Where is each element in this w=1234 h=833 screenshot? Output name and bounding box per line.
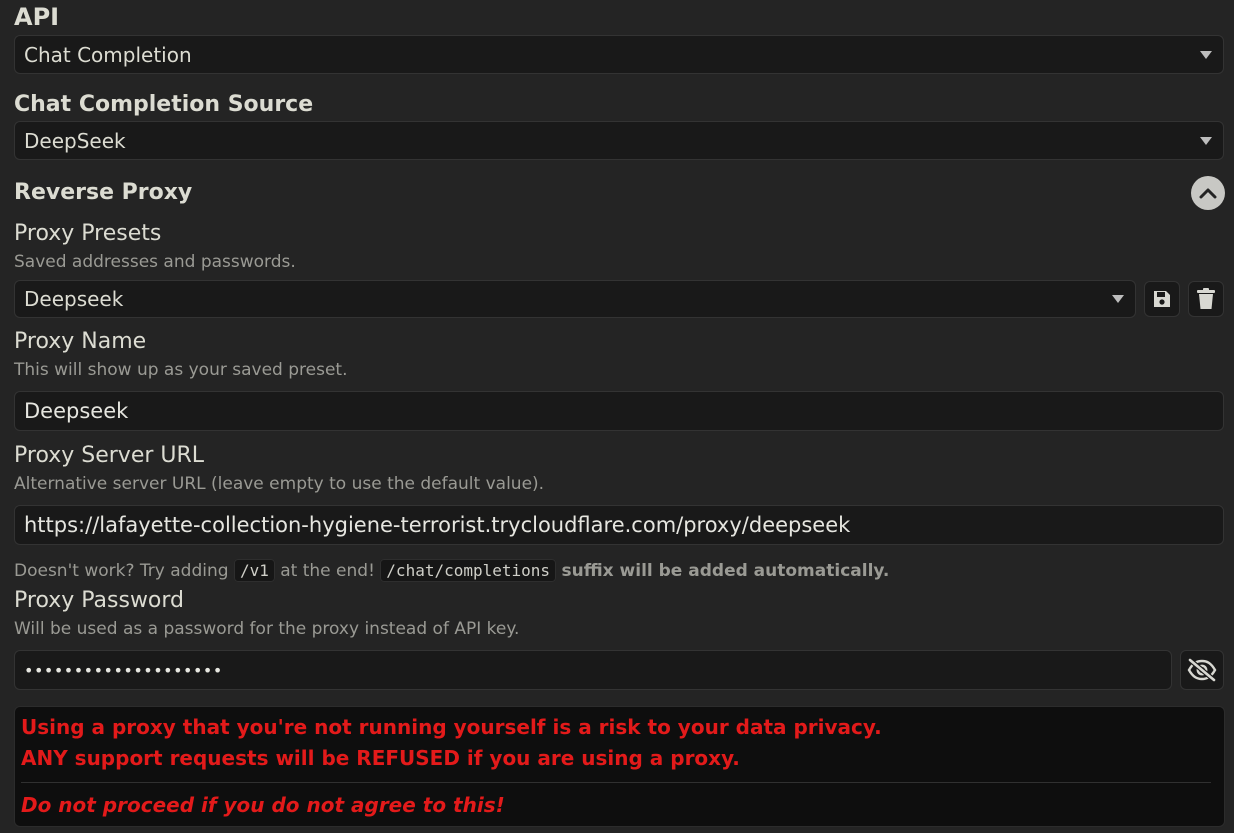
warning-line-3: Do not proceed if you do not agree to th… [21, 793, 505, 817]
proxy-presets-selected-value: Deepseek [24, 287, 124, 311]
proxy-url-description: Alternative server URL (leave empty to u… [14, 474, 545, 494]
proxy-presets-select[interactable]: Deepseek [14, 280, 1136, 318]
api-connection-panel: API Chat Completion Chat Completion Sour… [0, 0, 1234, 833]
save-preset-button[interactable] [1144, 281, 1180, 317]
api-selected-value: Chat Completion [24, 42, 192, 67]
floppy-disk-icon [1154, 291, 1170, 307]
trash-icon [1197, 288, 1215, 309]
source-select[interactable]: DeepSeek [14, 121, 1224, 160]
proxy-presets-label: Proxy Presets [14, 221, 162, 246]
hint-prefix: Doesn't work? Try adding [14, 561, 229, 581]
chevron-down-icon [1200, 50, 1212, 59]
hint-code-chat-completions: /chat/completions [380, 559, 557, 582]
warning-line-2: ANY support requests will be REFUSED if … [21, 746, 740, 770]
privacy-warning-box: Using a proxy that you're not running yo… [14, 706, 1225, 827]
proxy-url-input[interactable]: https://lafayette-collection-hygiene-ter… [14, 505, 1224, 545]
chevron-up-icon [1199, 188, 1217, 199]
api-label: API [14, 3, 60, 31]
proxy-name-description: This will show up as your saved preset. [14, 360, 348, 380]
warning-line-1: Using a proxy that you're not running yo… [21, 715, 882, 739]
proxy-url-hint: Doesn't work? Try adding /v1 at the end!… [14, 558, 889, 584]
eye-slash-icon [1187, 658, 1217, 682]
source-selected-value: DeepSeek [24, 128, 126, 153]
chevron-down-icon [1112, 295, 1124, 303]
warning-divider [21, 782, 1211, 783]
hint-suffix: suffix will be added automatically. [561, 561, 890, 581]
chevron-down-icon [1200, 136, 1212, 145]
toggle-password-visibility-button[interactable] [1180, 650, 1224, 690]
proxy-password-label: Proxy Password [14, 588, 185, 613]
proxy-name-label: Proxy Name [14, 329, 147, 354]
delete-preset-button[interactable] [1188, 281, 1224, 317]
hint-code-v1: /v1 [233, 559, 275, 582]
api-select[interactable]: Chat Completion [14, 35, 1224, 74]
proxy-url-label: Proxy Server URL [14, 443, 205, 468]
proxy-presets-description: Saved addresses and passwords. [14, 252, 296, 272]
reverse-proxy-title: Reverse Proxy [14, 180, 193, 205]
proxy-password-description: Will be used as a password for the proxy… [14, 619, 520, 639]
proxy-name-input[interactable]: Deepseek [14, 391, 1224, 431]
source-label: Chat Completion Source [14, 92, 314, 117]
hint-middle: at the end! [280, 561, 375, 581]
collapse-toggle-button[interactable] [1191, 176, 1225, 210]
proxy-password-input[interactable]: •••••••••••••••••••• [14, 650, 1172, 690]
